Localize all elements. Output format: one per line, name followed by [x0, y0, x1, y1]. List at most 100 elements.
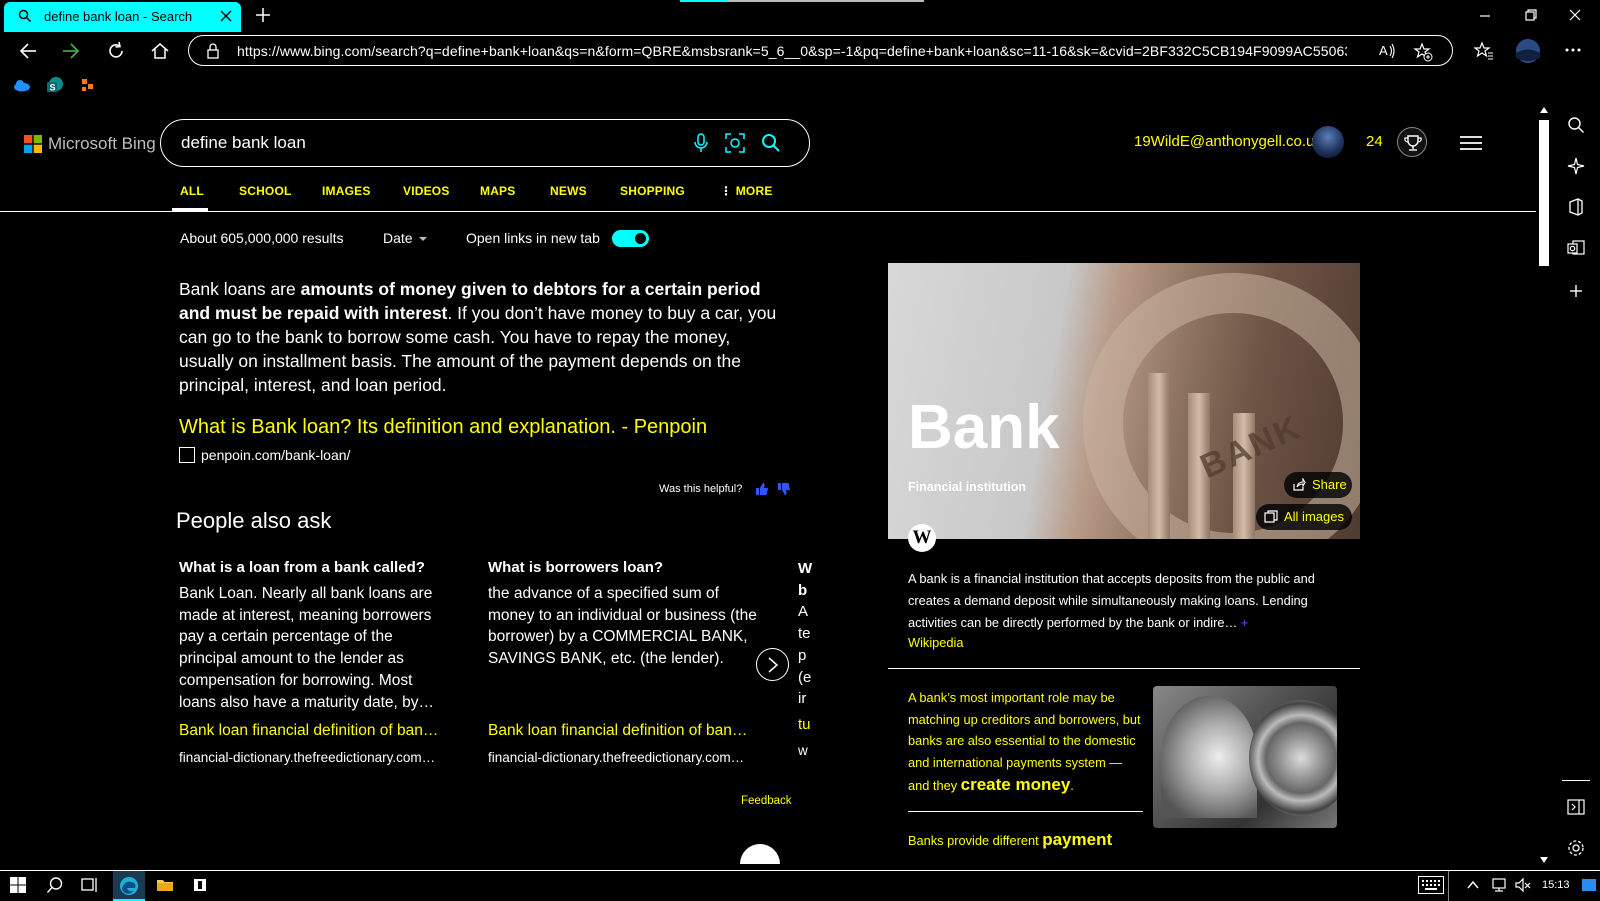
tab-more[interactable]: ⋮ MORE — [720, 184, 773, 198]
volume-muted-icon[interactable] — [1514, 876, 1532, 894]
taskbar-clock[interactable]: 15:13 — [1542, 879, 1570, 891]
rewards-points[interactable]: 24 — [1366, 133, 1383, 150]
paa-source[interactable]: financial-dictionary.thefreedictionary.c… — [488, 750, 744, 765]
thumbs-up-icon[interactable] — [755, 482, 769, 496]
network-icon[interactable] — [1490, 876, 1508, 894]
restore-icon[interactable] — [1524, 8, 1538, 22]
all-images-button[interactable]: All images — [1256, 504, 1352, 530]
hide-sidebar-icon[interactable] — [1567, 798, 1585, 816]
knowledge-fact[interactable]: Banks provide different payment — [908, 830, 1112, 850]
notification-center-icon[interactable] — [1582, 879, 1596, 891]
url-text[interactable]: https://www.bing.com/search?q=define+ban… — [237, 43, 1347, 59]
wikipedia-link[interactable]: Wikipedia — [908, 635, 963, 650]
refresh-icon[interactable] — [106, 41, 126, 61]
task-view-icon[interactable] — [81, 876, 99, 894]
share-button[interactable]: Share — [1284, 472, 1352, 498]
tab-active[interactable]: define bank loan - Search — [4, 2, 241, 32]
more-options-icon[interactable] — [1564, 41, 1582, 59]
fact-emphasis: create money — [960, 774, 1071, 794]
app-bookmark-icon[interactable] — [79, 76, 97, 94]
paa-link[interactable]: Bank loan financial definition of ban… — [488, 722, 747, 740]
peek-source[interactable]: w — [798, 740, 812, 762]
paa-card[interactable]: What is a loan from a bank called? Bank … — [179, 558, 449, 765]
chevron-up-icon[interactable] — [1466, 878, 1480, 892]
chevron-down-icon — [418, 237, 427, 242]
scroll-down-icon[interactable] — [1539, 856, 1549, 864]
avatar[interactable] — [1312, 126, 1344, 158]
read-aloud-icon[interactable]: A — [1379, 42, 1397, 60]
paa-card[interactable]: What is borrowers loan? the advance of a… — [488, 558, 758, 765]
microsoft-logo-icon[interactable] — [24, 135, 42, 153]
wikipedia-icon[interactable]: W — [908, 524, 936, 552]
rewards-trophy-icon[interactable] — [1397, 127, 1427, 157]
minimize-icon[interactable] — [1478, 8, 1492, 22]
bing-logo-text[interactable]: Microsoft Bing — [48, 134, 156, 154]
answer-source-url[interactable]: penpoin.com/bank-loan/ — [201, 447, 350, 463]
site-favicon-icon — [179, 447, 195, 463]
lock-icon[interactable] — [206, 43, 220, 59]
tab-videos[interactable]: VIDEOS — [403, 184, 450, 198]
tab-shopping[interactable]: SHOPPING — [620, 184, 685, 198]
peek-link[interactable]: tu — [798, 714, 812, 736]
sharepoint-icon[interactable]: S — [46, 76, 64, 94]
office-icon[interactable] — [1567, 198, 1585, 216]
search-input[interactable]: define bank loan — [181, 133, 306, 153]
tab-all[interactable]: ALL — [180, 184, 204, 198]
featured-answer: Bank loans are amounts of money given to… — [179, 277, 789, 397]
favorites-icon[interactable] — [1474, 41, 1494, 61]
answer-source[interactable]: penpoin.com/bank-loan/ — [179, 447, 350, 463]
back-arrow-icon[interactable] — [18, 41, 38, 61]
tab-news[interactable]: NEWS — [550, 184, 587, 198]
touch-keyboard-icon[interactable] — [1418, 876, 1444, 894]
visual-search-icon[interactable] — [725, 133, 745, 153]
paa-card-peek[interactable]: W b A te p (e ir tu w — [798, 558, 812, 761]
paa-question[interactable]: What is borrowers loan? — [488, 558, 758, 578]
taskbar-search-icon[interactable] — [46, 876, 64, 894]
onedrive-icon[interactable] — [13, 76, 31, 94]
paa-question[interactable]: What is a loan from a bank called? — [179, 558, 449, 578]
taskbar-edge-app[interactable] — [113, 871, 145, 901]
images-icon — [1264, 510, 1278, 523]
home-icon[interactable] — [150, 41, 170, 61]
discover-sparkle-icon[interactable] — [1567, 157, 1585, 175]
new-tab-plus-icon[interactable] — [254, 6, 272, 24]
taskbar-app-icon[interactable] — [191, 876, 209, 894]
hero-arch-shape — [1083, 273, 1360, 539]
date-filter-dropdown[interactable]: Date — [383, 230, 427, 246]
search-submit-icon[interactable] — [761, 133, 781, 153]
scroll-up-icon[interactable] — [1539, 106, 1549, 114]
settings-gear-icon[interactable] — [1567, 839, 1585, 857]
file-explorer-icon[interactable] — [156, 876, 174, 894]
scrollbar-thumb[interactable] — [1539, 120, 1549, 266]
close-icon[interactable] — [218, 8, 234, 24]
tab-school[interactable]: SCHOOL — [239, 184, 292, 198]
open-links-label: Open links in new tab — [466, 230, 600, 246]
open-links-toggle[interactable] — [612, 230, 649, 247]
add-sidebar-app-plus-icon[interactable] — [1567, 282, 1585, 300]
profile-avatar[interactable] — [1515, 38, 1541, 64]
scroll-more-indicator[interactable] — [740, 844, 780, 864]
paa-link[interactable]: Bank loan financial definition of ban… — [179, 722, 438, 740]
window-close-icon[interactable] — [1568, 8, 1582, 22]
windows-start-icon[interactable] — [9, 876, 27, 894]
microphone-icon[interactable] — [693, 133, 709, 153]
page-scrollbar[interactable] — [1536, 102, 1552, 870]
tab-images[interactable]: IMAGES — [322, 184, 371, 198]
carousel-next-button[interactable] — [756, 648, 789, 681]
search-box[interactable]: define bank loan — [160, 119, 810, 167]
paa-source[interactable]: financial-dictionary.thefreedictionary.c… — [179, 750, 435, 765]
vault-image[interactable] — [1153, 686, 1337, 828]
forward-arrow-icon[interactable] — [61, 41, 81, 61]
outlook-icon[interactable] — [1567, 239, 1585, 257]
answer-title-link[interactable]: What is Bank loan? Its definition and ex… — [179, 416, 707, 439]
address-bar[interactable]: https://www.bing.com/search?q=define+ban… — [188, 35, 1453, 66]
user-email[interactable]: 19WildE@anthonygell.co.uk — [1134, 133, 1322, 150]
add-favorite-icon[interactable] — [1413, 42, 1433, 62]
tab-maps[interactable]: MAPS — [480, 184, 515, 198]
feedback-link[interactable]: Feedback — [741, 795, 792, 807]
knowledge-fact[interactable]: A bank’s most important role may be matc… — [908, 687, 1143, 797]
hamburger-menu-icon[interactable] — [1460, 135, 1482, 151]
expand-more-icon[interactable]: + — [1241, 615, 1248, 630]
sidebar-search-icon[interactable] — [1567, 116, 1585, 134]
thumbs-down-icon[interactable] — [777, 482, 791, 496]
